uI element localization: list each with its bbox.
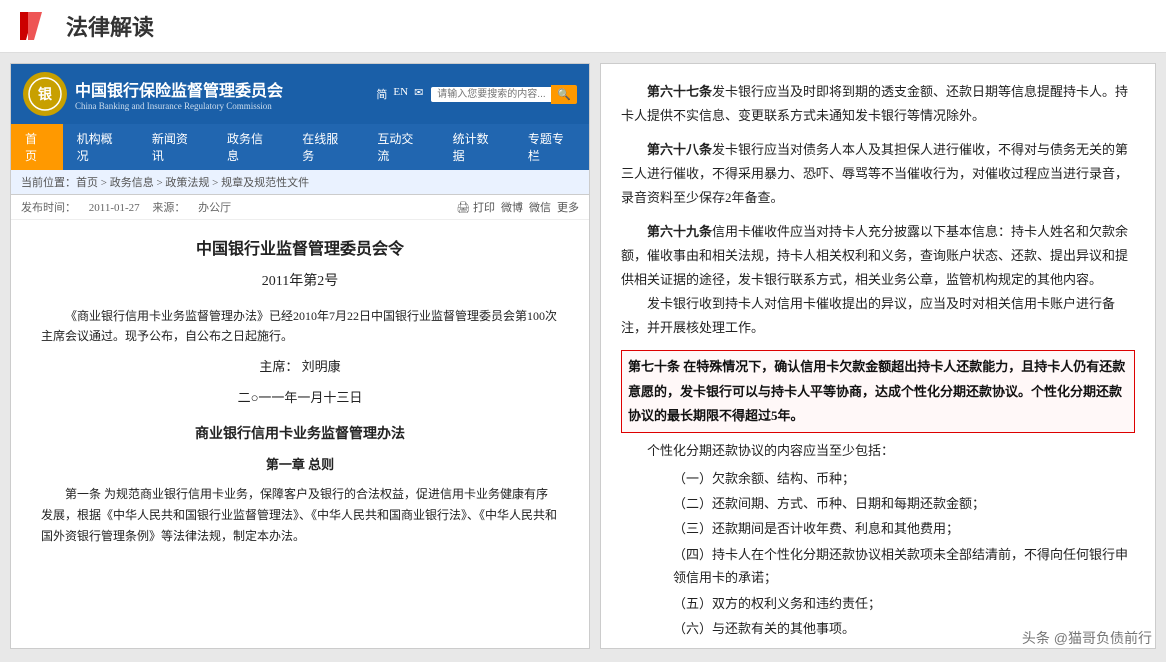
meta-source: 办公厅 (198, 202, 231, 214)
main-container: 银 中国银行保险监督管理委员会 China Banking and Insura… (0, 53, 1166, 659)
signature-label: 主席： (259, 359, 298, 374)
more-button[interactable]: 更多 (557, 199, 579, 215)
left-panel: 银 中国银行保险监督管理委员会 China Banking and Insura… (10, 63, 590, 649)
doc-meta: 发布时间： 2011-01-27 来源： 办公厅 🖨 打印 微博 微信 更多 (11, 195, 589, 220)
page-header: 法律解读 (0, 0, 1166, 53)
nav-policy[interactable]: 政务信息 (213, 124, 288, 170)
list-item: （六）与还款有关的其他事项。 (673, 617, 1135, 640)
cbrc-title-block: 中国银行保险监督管理委员会 China Banking and Insuranc… (75, 77, 283, 111)
doc-article-1: 第一条 为规范商业银行信用卡业务，保障客户及银行的合法权益，促进信用卡业务健康有… (41, 484, 559, 547)
art70-extra2: 双方达成一致意见并签署分期还款协议的，发卡银行及其发卡业务服务机构应当停止对该持… (621, 644, 1135, 649)
mail-icon[interactable]: ✉ (414, 86, 423, 102)
cbrc-logo-area: 银 中国银行保险监督管理委员会 China Banking and Insura… (23, 72, 283, 116)
article-1-num: 第一条 (65, 487, 101, 501)
right-panel: 第六十七条发卡银行应当及时即将到期的透支金额、还款日期等信息提醒持卡人。持卡人提… (600, 63, 1156, 649)
meta-date-label: 发布时间： (21, 202, 76, 214)
art70-highlight-box: 第七十条 在特殊情况下，确认信用卡欠款金额超出持卡人还款能力，且持卡人仍有还款意… (621, 350, 1135, 432)
print-button[interactable]: 🖨 打印 (456, 199, 495, 215)
list-item: （一）欠款余额、结构、币种； (673, 467, 1135, 490)
art70-sub-list: （一）欠款余额、结构、币种； （二）还款间期、方式、币种、日期和每期还款金额； … (621, 467, 1135, 641)
article-1-text: 为规范商业银行信用卡业务，保障客户及银行的合法权益，促进信用卡业务健康有序发展，… (41, 487, 557, 543)
page-title: 法律解读 (66, 10, 154, 42)
doc-main-title: 中国银行业监督管理委员会令 (41, 236, 559, 265)
signature-name: 刘明康 (302, 359, 341, 374)
lang-en[interactable]: EN (393, 86, 408, 102)
wechat-button[interactable]: 微信 (529, 199, 551, 215)
doc-chapter-title: 商业银行信用卡业务监督管理办法 (41, 422, 559, 447)
nav-interact[interactable]: 互动交流 (363, 124, 438, 170)
doc-content: 中国银行业监督管理委员会令 2011年第2号 《商业银行信用卡业务监督管理办法》… (11, 220, 589, 649)
search-button[interactable]: 🔍 (551, 85, 577, 104)
nav-service[interactable]: 在线服务 (288, 124, 363, 170)
nav-stats[interactable]: 统计数据 (439, 124, 514, 170)
meta-date: 2011-01-27 (89, 202, 140, 214)
doc-date: 二○一一年一月十三日 (41, 386, 559, 409)
svg-text:银: 银 (38, 86, 53, 103)
article-67: 第六十七条发卡银行应当及时即将到期的透支金额、还款日期等信息提醒持卡人。持卡人提… (621, 80, 1135, 128)
list-item: （三）还款期间是否计收年费、利息和其他费用； (673, 517, 1135, 540)
art70-num: 第七十条 (628, 359, 680, 374)
cbrc-emblem: 银 (23, 72, 67, 116)
cbrc-nav: 首页 机构概况 新闻资讯 政务信息 在线服务 互动交流 统计数据 专题专栏 (11, 124, 589, 170)
lang-cn[interactable]: 简 (376, 86, 387, 102)
list-item: （五）双方的权利义务和违约责任； (673, 592, 1135, 615)
cbrc-nav-links: 简 EN ✉ (376, 86, 423, 102)
art70-sub-intro: 个性化分期还款协议的内容应当至少包括： (621, 439, 1135, 463)
doc-intro: 《商业银行信用卡业务监督管理办法》已经2010年7月22日中国银行业监督管理委员… (41, 306, 559, 347)
list-item: （四）持卡人在个性化分期还款协议相关款项未全部结清前，不得向任何银行申领信用卡的… (673, 543, 1135, 590)
weibo-button[interactable]: 微博 (501, 199, 523, 215)
art70-text: 在特殊情况下，确认信用卡欠款金额超出持卡人还款能力，且持卡人仍有还款意愿的，发卡… (628, 359, 1125, 422)
art69-num: 第六十九条 (647, 224, 712, 239)
cbrc-header: 银 中国银行保险监督管理委员会 China Banking and Insura… (11, 64, 589, 124)
nav-special[interactable]: 专题专栏 (514, 124, 589, 170)
doc-subtitle: 2011年第2号 (41, 269, 559, 294)
cbrc-title-cn: 中国银行保险监督管理委员会 (75, 77, 283, 101)
article-70: 第七十条 在特殊情况下，确认信用卡欠款金额超出持卡人还款能力，且持卡人仍有还款意… (621, 350, 1135, 649)
nav-home[interactable]: 首页 (11, 124, 63, 170)
article-69: 第六十九条信用卡催收件应当对持卡人充分披露以下基本信息：持卡人姓名和欠款余额，催… (621, 220, 1135, 340)
breadcrumb: 当前位置：首页 > 政务信息 > 政策法规 > 规章及规范性文件 (11, 170, 589, 195)
doc-meta-left: 发布时间： 2011-01-27 来源： 办公厅 (21, 199, 241, 215)
doc-chapter-1: 第一章 总则 (41, 453, 559, 476)
logo-icon (20, 12, 56, 40)
doc-signature: 主席： 刘明康 (41, 355, 559, 378)
art67-num: 第六十七条 (647, 84, 712, 99)
art69-extra: 发卡银行收到持卡人对信用卡催收提出的异议，应当及时对相关信用卡账户进行备注，并开… (621, 292, 1135, 340)
nav-about[interactable]: 机构概况 (63, 124, 138, 170)
article-68: 第六十八条发卡银行应当对债务人本人及其担保人进行催收，不得对与债务无关的第三人进… (621, 138, 1135, 210)
cbrc-header-right: 简 EN ✉ 🔍 (376, 85, 577, 104)
nav-news[interactable]: 新闻资讯 (138, 124, 213, 170)
cbrc-search: 🔍 (431, 85, 577, 104)
meta-source-label: 来源： (152, 202, 185, 214)
cbrc-title-en: China Banking and Insurance Regulatory C… (75, 101, 283, 111)
doc-meta-right: 🖨 打印 微博 微信 更多 (456, 199, 579, 215)
art68-num: 第六十八条 (647, 142, 712, 157)
list-item: （二）还款间期、方式、币种、日期和每期还款金额； (673, 492, 1135, 515)
search-input[interactable] (431, 87, 551, 102)
